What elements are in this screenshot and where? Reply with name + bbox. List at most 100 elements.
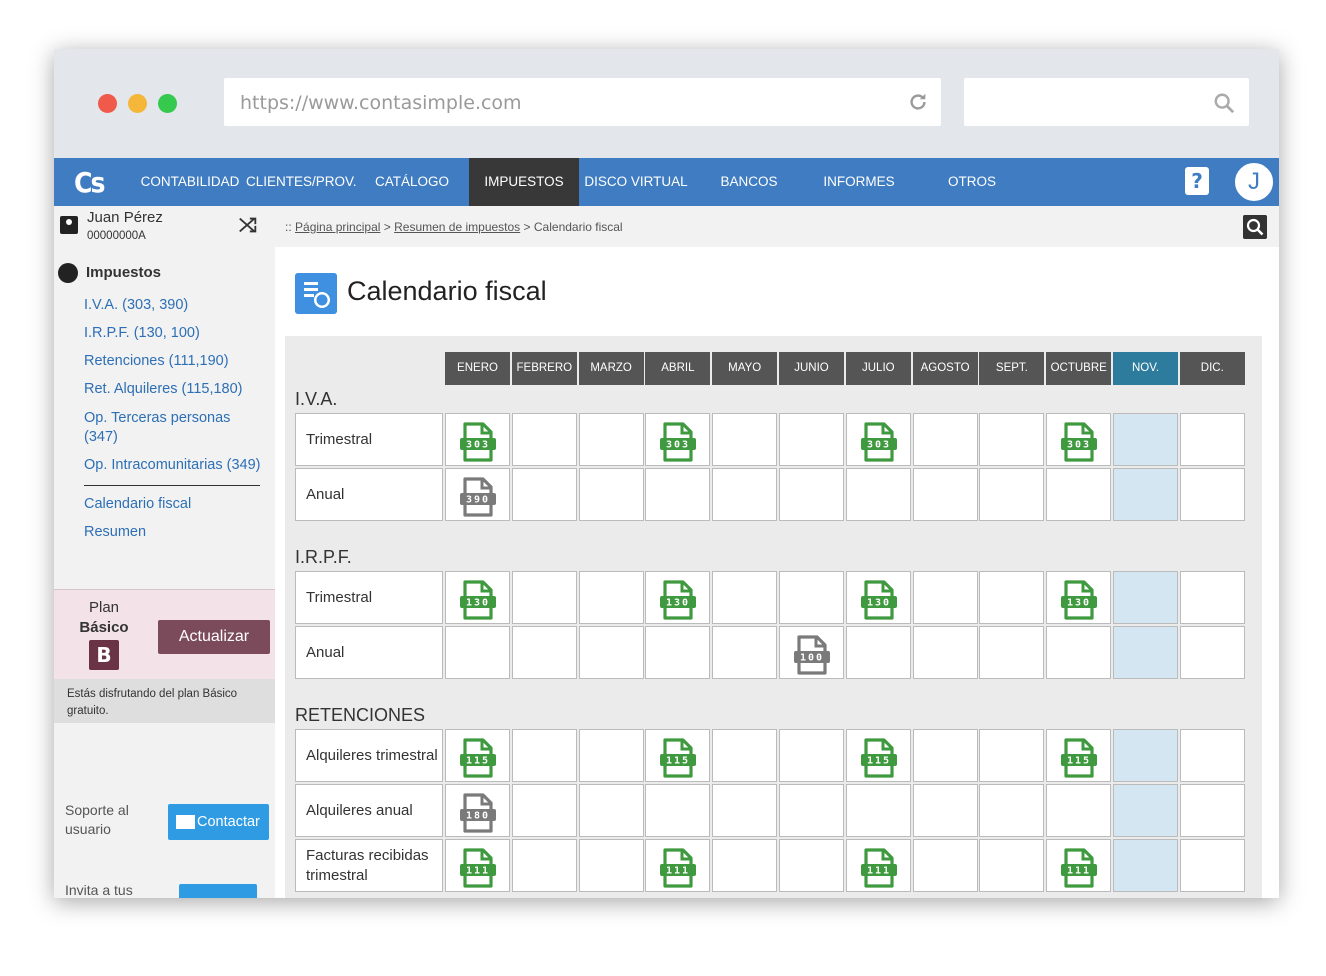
calendar-cell[interactable]: 100 <box>779 626 844 679</box>
calendar-cell[interactable]: 390 <box>445 468 510 521</box>
month-header: MARZO <box>578 352 644 385</box>
calendar-cell[interactable]: 180 <box>445 784 510 837</box>
calendar-cell <box>1113 413 1178 466</box>
sidebar-link-ret-alquileres[interactable]: Ret. Alquileres (115,180) <box>84 380 274 399</box>
sidebar-link-iva[interactable]: I.V.A. (303, 390) <box>84 296 274 315</box>
tax-form-icon[interactable]: 115 <box>1060 738 1098 778</box>
maximize-window-icon[interactable] <box>158 94 177 113</box>
calendar-cell <box>511 626 577 679</box>
calendar-cell[interactable]: 111 <box>1046 839 1112 892</box>
calendar-cell <box>845 626 911 679</box>
calendar-cell[interactable]: 115 <box>645 729 711 782</box>
tax-form-icon[interactable]: 100 <box>793 635 831 675</box>
tax-form-number: 303 <box>1067 440 1091 451</box>
close-window-icon[interactable] <box>98 94 117 113</box>
calendar-cell <box>578 784 644 837</box>
sidebar-link-irpf[interactable]: I.R.P.F. (130, 100) <box>84 324 274 343</box>
plan-note: Estás disfrutando del plan Básico gratui… <box>54 679 275 723</box>
calendar-cell[interactable]: 303 <box>1046 413 1112 466</box>
tax-form-icon[interactable]: 111 <box>860 848 898 888</box>
invite-button[interactable] <box>179 884 257 898</box>
address-bar[interactable]: https://www.contasimple.com <box>224 78 941 126</box>
search-icon[interactable] <box>1213 92 1235 114</box>
help-icon[interactable]: ? <box>1185 167 1209 195</box>
sidebar: Juan Pérez 00000000A Impuestos I.V.A. (3… <box>54 206 275 898</box>
calendar-cell[interactable]: 115 <box>445 729 510 782</box>
nav-informes[interactable]: INFORMES <box>809 158 909 206</box>
calendar-cell[interactable]: 115 <box>1046 729 1112 782</box>
calendar-cell <box>712 468 778 521</box>
browser-search-box[interactable] <box>964 78 1249 126</box>
sidebar-link-retenciones[interactable]: Retenciones (111,190) <box>84 352 274 371</box>
nav-catalogo[interactable]: CATÁLOGO <box>362 158 462 206</box>
tax-form-icon[interactable]: 111 <box>1060 848 1098 888</box>
sidebar-link-calendario[interactable]: Calendario fiscal <box>84 495 274 514</box>
calendar-cell[interactable]: 303 <box>645 413 711 466</box>
tax-form-icon[interactable]: 115 <box>459 738 497 778</box>
breadcrumb-home[interactable]: Página principal <box>295 220 380 234</box>
row-label: Trimestral <box>295 413 443 466</box>
calendar-cell <box>845 784 911 837</box>
plan-label: Plan <box>88 599 120 616</box>
breadcrumb-sep: > <box>523 220 531 234</box>
tax-form-number: 130 <box>666 598 690 609</box>
user-avatar[interactable]: J <box>1233 161 1275 203</box>
sidebar-link-intracomunitarias[interactable]: Op. Intracomunitarias (349) <box>84 456 274 475</box>
calendar-cell <box>979 413 1045 466</box>
calendar-cell[interactable]: 303 <box>445 413 510 466</box>
month-header: JUNIO <box>779 352 844 385</box>
tax-form-icon[interactable]: 115 <box>860 738 898 778</box>
tax-form-icon[interactable]: 130 <box>459 580 497 620</box>
tax-form-icon[interactable]: 303 <box>1060 422 1098 462</box>
calendar-tax-icon <box>295 273 337 314</box>
calendar-cell[interactable]: 111 <box>445 839 510 892</box>
minimize-window-icon[interactable] <box>128 94 147 113</box>
tax-form-icon[interactable]: 303 <box>659 422 697 462</box>
calendar-cell[interactable]: 303 <box>845 413 911 466</box>
switch-company-icon[interactable] <box>237 214 259 236</box>
calendar-cell <box>912 729 978 782</box>
plan-name: Básico <box>79 619 129 636</box>
calendar-cell[interactable]: 130 <box>445 571 510 624</box>
sidebar-link-resumen[interactable]: Resumen <box>84 523 274 542</box>
calendar-cell <box>578 571 644 624</box>
tax-form-icon[interactable]: 180 <box>459 793 497 833</box>
calendar-cell[interactable]: 130 <box>845 571 911 624</box>
calendar-cell <box>1113 626 1178 679</box>
calendar-cell <box>511 839 577 892</box>
calendar-cell[interactable]: 115 <box>845 729 911 782</box>
tax-form-icon[interactable]: 130 <box>659 580 697 620</box>
tax-form-icon[interactable]: 111 <box>659 848 697 888</box>
reload-icon[interactable] <box>907 91 929 113</box>
calendar-cell <box>511 571 577 624</box>
search-icon[interactable] <box>1243 215 1267 239</box>
contact-button[interactable]: Contactar <box>168 804 269 840</box>
calendar-cell[interactable]: 111 <box>645 839 711 892</box>
calendar-cell[interactable]: 130 <box>645 571 711 624</box>
nav-bancos[interactable]: BANCOS <box>699 158 799 206</box>
calendar-cell[interactable]: 130 <box>1046 571 1112 624</box>
tax-form-icon[interactable]: 130 <box>1060 580 1098 620</box>
calendar-cell <box>578 729 644 782</box>
calendar-cell[interactable]: 111 <box>845 839 911 892</box>
tax-form-icon[interactable]: 303 <box>860 422 898 462</box>
tax-form-number: 111 <box>1067 866 1091 877</box>
tax-form-icon[interactable]: 130 <box>860 580 898 620</box>
tax-form-icon[interactable]: 115 <box>659 738 697 778</box>
month-header: FEBRERO <box>511 352 577 385</box>
sidebar-link-terceras[interactable]: Op. Terceras personas (347) <box>84 409 244 447</box>
tax-form-icon[interactable]: 111 <box>459 848 497 888</box>
nav-impuestos[interactable]: IMPUESTOS <box>469 158 579 206</box>
tax-form-number: 111 <box>466 866 490 877</box>
upgrade-button[interactable]: Actualizar <box>158 620 270 654</box>
month-header: ABRIL <box>645 352 711 385</box>
breadcrumb-resumen[interactable]: Resumen de impuestos <box>394 220 520 234</box>
nav-otros[interactable]: OTROS <box>922 158 1022 206</box>
contasimple-logo[interactable]: Cs <box>74 166 110 199</box>
nav-clientes-prov[interactable]: CLIENTES/PROV. <box>246 158 357 206</box>
nav-disco-virtual[interactable]: DISCO VIRTUAL <box>583 158 689 206</box>
calendar-cell <box>979 468 1045 521</box>
nav-contabilidad[interactable]: CONTABILIDAD <box>140 158 240 206</box>
tax-form-icon[interactable]: 303 <box>459 422 497 462</box>
tax-form-icon[interactable]: 390 <box>459 477 497 517</box>
